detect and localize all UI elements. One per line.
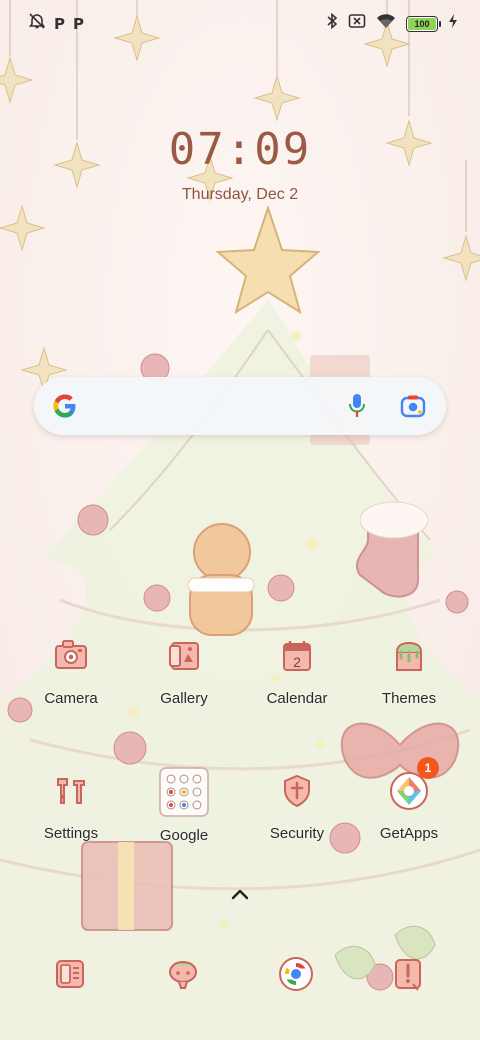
phone-icon xyxy=(56,960,84,988)
messages-icon xyxy=(169,961,197,989)
settings-icon[interactable] xyxy=(47,767,95,815)
p-notification-icon: P xyxy=(73,14,84,33)
app-label: Gallery xyxy=(160,690,208,707)
app-label: GetApps xyxy=(379,825,439,842)
app-settings[interactable]: Settings xyxy=(11,767,131,842)
wifi-icon xyxy=(376,13,396,34)
app-drawer-button[interactable] xyxy=(226,884,254,904)
clock-time[interactable]: 07:09 xyxy=(0,124,480,176)
status-bar: P P 100 xyxy=(0,0,480,42)
app-label: Themes xyxy=(381,690,437,707)
google-logo-icon xyxy=(50,391,80,426)
security-icon[interactable] xyxy=(273,767,321,815)
getapps-icon[interactable]: 1 xyxy=(385,757,439,815)
app-calendar[interactable]: 2 Calendar xyxy=(237,632,357,707)
clock-date[interactable]: Thursday, Dec 2 xyxy=(0,186,480,204)
notification-badge: 1 xyxy=(417,757,439,779)
themes-icon[interactable] xyxy=(385,632,433,680)
dock-phone-app[interactable] xyxy=(46,950,94,998)
google-folder-icon[interactable] xyxy=(159,767,209,817)
app-security[interactable]: Security xyxy=(237,767,357,842)
charging-icon xyxy=(448,13,458,34)
google-lens-icon[interactable] xyxy=(400,394,426,423)
google-search-bar[interactable] xyxy=(34,377,446,435)
app-label: Google xyxy=(159,827,209,844)
sim-off-icon xyxy=(348,13,366,34)
bluetooth-icon xyxy=(326,12,338,35)
battery-icon: 100 xyxy=(406,15,441,32)
p-notification-icon: P xyxy=(54,14,65,33)
app-gallery[interactable]: Gallery xyxy=(124,632,244,707)
gallery-icon[interactable] xyxy=(160,632,208,680)
dock-notes-app[interactable] xyxy=(384,950,432,998)
app-label: Camera xyxy=(44,690,98,707)
app-label: Settings xyxy=(43,825,99,842)
battery-level: 100 xyxy=(414,18,430,29)
app-label: Calendar xyxy=(266,690,328,707)
calendar-icon[interactable]: 2 xyxy=(273,632,321,680)
dock-chrome-app[interactable] xyxy=(272,950,320,998)
camera-icon[interactable] xyxy=(47,632,95,680)
clock-widget[interactable]: 07:09 Thursday, Dec 2 xyxy=(0,124,480,204)
app-camera[interactable]: Camera xyxy=(11,632,131,707)
app-label: Security xyxy=(269,825,325,842)
microphone-icon[interactable] xyxy=(348,393,366,424)
calendar-day-number: 2 xyxy=(293,654,301,670)
dock-messages-app[interactable] xyxy=(159,950,207,998)
chevron-up-icon xyxy=(231,889,249,900)
notes-icon xyxy=(395,959,421,991)
app-themes[interactable]: Themes xyxy=(349,632,469,707)
alarm-off-icon xyxy=(28,12,46,35)
app-google-folder[interactable]: Google xyxy=(124,767,244,844)
chrome-icon xyxy=(279,957,313,991)
app-getapps[interactable]: 1 GetApps xyxy=(349,757,469,842)
